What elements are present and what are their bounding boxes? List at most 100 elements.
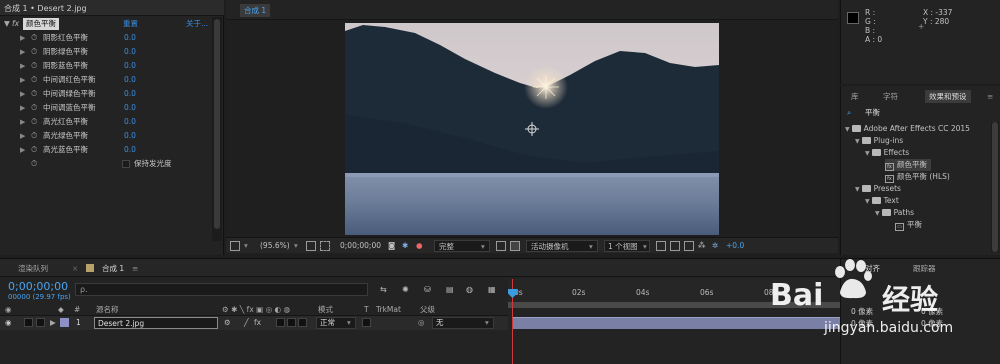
work-area-bar[interactable] — [508, 302, 840, 308]
shy-icon[interactable]: ⛁ — [424, 285, 431, 295]
switch-box[interactable] — [287, 318, 296, 327]
exposure-icon[interactable]: ✲ — [712, 240, 718, 252]
param-value[interactable]: 0.0 — [124, 101, 136, 115]
close-icon[interactable]: × — [72, 262, 78, 275]
tab-library[interactable]: 库 — [851, 90, 859, 103]
layer-row[interactable]: ◉ ▶ 1 Desert 2.jpg ⚙ ╱ fx 正常 ▾ ◎ 无 ▾ — [0, 316, 508, 330]
panel-menu-icon[interactable]: ≡ — [132, 262, 138, 275]
tree-item-text[interactable]: ▼ Text — [865, 195, 899, 207]
resolution-select[interactable]: 完整 ▾ — [434, 240, 490, 252]
toggle-pixel-aspect-icon[interactable] — [656, 241, 666, 251]
param-value[interactable]: 0.0 — [124, 115, 136, 129]
expand-triangle-icon[interactable]: ▶ — [20, 31, 25, 45]
param-value[interactable]: 0.0 — [124, 87, 136, 101]
tree-item-plugins[interactable]: ▼ Plug-ins — [855, 135, 903, 147]
param-row[interactable]: ▶ ⏱ 阴影绿色平衡 0.0 — [0, 45, 212, 59]
switch-box[interactable] — [298, 318, 307, 327]
channel-icon[interactable]: ● — [416, 240, 423, 252]
frame-blending-icon[interactable]: ▤ — [446, 285, 454, 295]
solo-toggle[interactable] — [24, 318, 33, 327]
layer-duration-bar[interactable] — [512, 317, 840, 329]
always-preview-icon[interactable] — [230, 241, 240, 251]
param-row[interactable]: ▶ ⏱ 中间调红色平衡 0.0 — [0, 73, 212, 87]
param-value[interactable]: 0.0 — [124, 45, 136, 59]
timeline-timecode[interactable]: 0;00;00;00 — [8, 280, 68, 293]
mask-visibility-icon[interactable] — [320, 241, 330, 251]
param-row[interactable]: ▶ ⏱ 中间调绿色平衡 0.0 — [0, 87, 212, 101]
composition-viewer[interactable] — [345, 23, 719, 235]
lock-toggle[interactable] — [36, 318, 45, 327]
panel-menu-icon[interactable]: ≡ — [987, 90, 993, 103]
effects-scrollbar[interactable] — [991, 122, 999, 252]
grid-icon[interactable] — [306, 241, 316, 251]
quality-switch-icon[interactable]: ╱ — [244, 318, 249, 328]
visibility-eye-icon[interactable]: ◉ — [5, 318, 12, 328]
preserve-luminosity-row[interactable]: ⏱ 保持发光度 — [0, 157, 212, 171]
timeline-icon[interactable] — [684, 241, 694, 251]
effects-search[interactable]: ⌕ 平衡 — [841, 106, 1000, 120]
tree-item-ae[interactable]: ▼ Adobe After Effects CC 2015 — [845, 123, 970, 135]
tab-timeline-comp-1[interactable]: 合成 1 — [102, 262, 124, 275]
graph-editor-icon[interactable]: ▦ — [488, 285, 496, 295]
effect-switch-icon[interactable]: fx — [254, 318, 261, 328]
collapse-triangle-icon[interactable]: ▼ — [4, 17, 10, 31]
tree-item-color-balance[interactable]: fx 颜色平衡 — [885, 159, 931, 171]
tree-item-preset-balance[interactable]: ▭ 平衡 — [895, 219, 922, 231]
label-color-swatch[interactable] — [60, 318, 69, 327]
transparency-grid-icon[interactable] — [510, 241, 520, 251]
views-select[interactable]: 1 个视图 ▾ — [604, 240, 650, 252]
stopwatch-icon[interactable]: ⏱ — [31, 45, 37, 59]
param-row[interactable]: ▶ ⏱ 高光红色平衡 0.0 — [0, 115, 212, 129]
expand-triangle-icon[interactable]: ▶ — [20, 101, 25, 115]
timeline-search-input[interactable]: ρ. — [75, 283, 368, 296]
stopwatch-icon[interactable]: ⏱ — [31, 101, 37, 115]
param-row[interactable]: ▶ ⏱ 高光绿色平衡 0.0 — [0, 129, 212, 143]
switch-box[interactable] — [276, 318, 285, 327]
parent-select[interactable]: 无 ▾ — [432, 317, 494, 329]
draft-3d-icon[interactable]: ✺ — [402, 285, 409, 295]
expand-triangle-icon[interactable]: ▶ — [20, 59, 25, 73]
camera-select[interactable]: 活动摄像机 ▾ — [526, 240, 598, 252]
expand-triangle-icon[interactable]: ▶ — [20, 129, 25, 143]
expand-triangle-icon[interactable]: ▶ — [20, 115, 25, 129]
param-row[interactable]: ▶ ⏱ 高光蓝色平衡 0.0 — [0, 143, 212, 157]
tree-item-presets[interactable]: ▼ Presets — [855, 183, 901, 195]
tab-effects-presets[interactable]: 效果和预设 — [925, 90, 971, 103]
expand-triangle-icon[interactable]: ▶ — [20, 73, 25, 87]
snapshot-icon[interactable]: ◙ — [388, 240, 395, 252]
comp-mini-flowchart-icon[interactable]: ⇆ — [380, 285, 387, 295]
effect-scrollbar[interactable] — [212, 17, 222, 241]
exposure-value[interactable]: +0.0 — [726, 240, 744, 252]
dropdown-arrow-icon[interactable]: ▾ — [294, 240, 298, 252]
region-of-interest-icon[interactable] — [496, 241, 506, 251]
tab-tracker[interactable]: 跟踪器 — [913, 262, 936, 275]
stopwatch-icon[interactable]: ⏱ — [31, 87, 37, 101]
dropdown-arrow-icon[interactable]: ▾ — [244, 240, 248, 252]
tree-item-paths[interactable]: ▼ Paths — [875, 207, 914, 219]
flowchart-icon[interactable]: ⁂ — [698, 240, 706, 252]
fast-previews-icon[interactable] — [670, 241, 680, 251]
param-value[interactable]: 0.0 — [124, 129, 136, 143]
stopwatch-icon[interactable]: ⏱ — [31, 143, 37, 157]
current-time-display[interactable]: 0;00;00;00 — [340, 240, 381, 252]
reset-link[interactable]: 重置 — [123, 17, 138, 31]
expand-triangle-icon[interactable]: ▶ — [50, 318, 56, 328]
search-input[interactable]: 平衡 — [865, 107, 880, 119]
stopwatch-icon[interactable]: ⏱ — [31, 59, 37, 73]
stopwatch-icon[interactable]: ⏱ — [31, 157, 37, 171]
pick-whip-icon[interactable]: ◎ — [418, 318, 425, 328]
param-row[interactable]: ▶ ⏱ 阴影蓝色平衡 0.0 — [0, 59, 212, 73]
param-value[interactable]: 0.0 — [124, 59, 136, 73]
param-row[interactable]: ▶ ⏱ 阴影红色平衡 0.0 — [0, 31, 212, 45]
stopwatch-icon[interactable]: ⏱ — [31, 31, 37, 45]
expand-triangle-icon[interactable]: ▶ — [20, 143, 25, 157]
tree-item-effects[interactable]: ▼ Effects — [865, 147, 909, 159]
trkmat-box[interactable] — [362, 318, 371, 327]
param-value[interactable]: 0.0 — [124, 73, 136, 87]
fx-icon[interactable]: fx — [12, 17, 19, 31]
stopwatch-icon[interactable]: ⏱ — [31, 129, 37, 143]
time-ruler[interactable]: 0s 02s 04s 06s 08s — [508, 279, 840, 303]
motion-blur-icon[interactable]: ◍ — [466, 285, 473, 295]
tab-character[interactable]: 字符 — [883, 90, 898, 103]
preserve-luminosity-checkbox[interactable]: 保持发光度 — [122, 157, 172, 171]
